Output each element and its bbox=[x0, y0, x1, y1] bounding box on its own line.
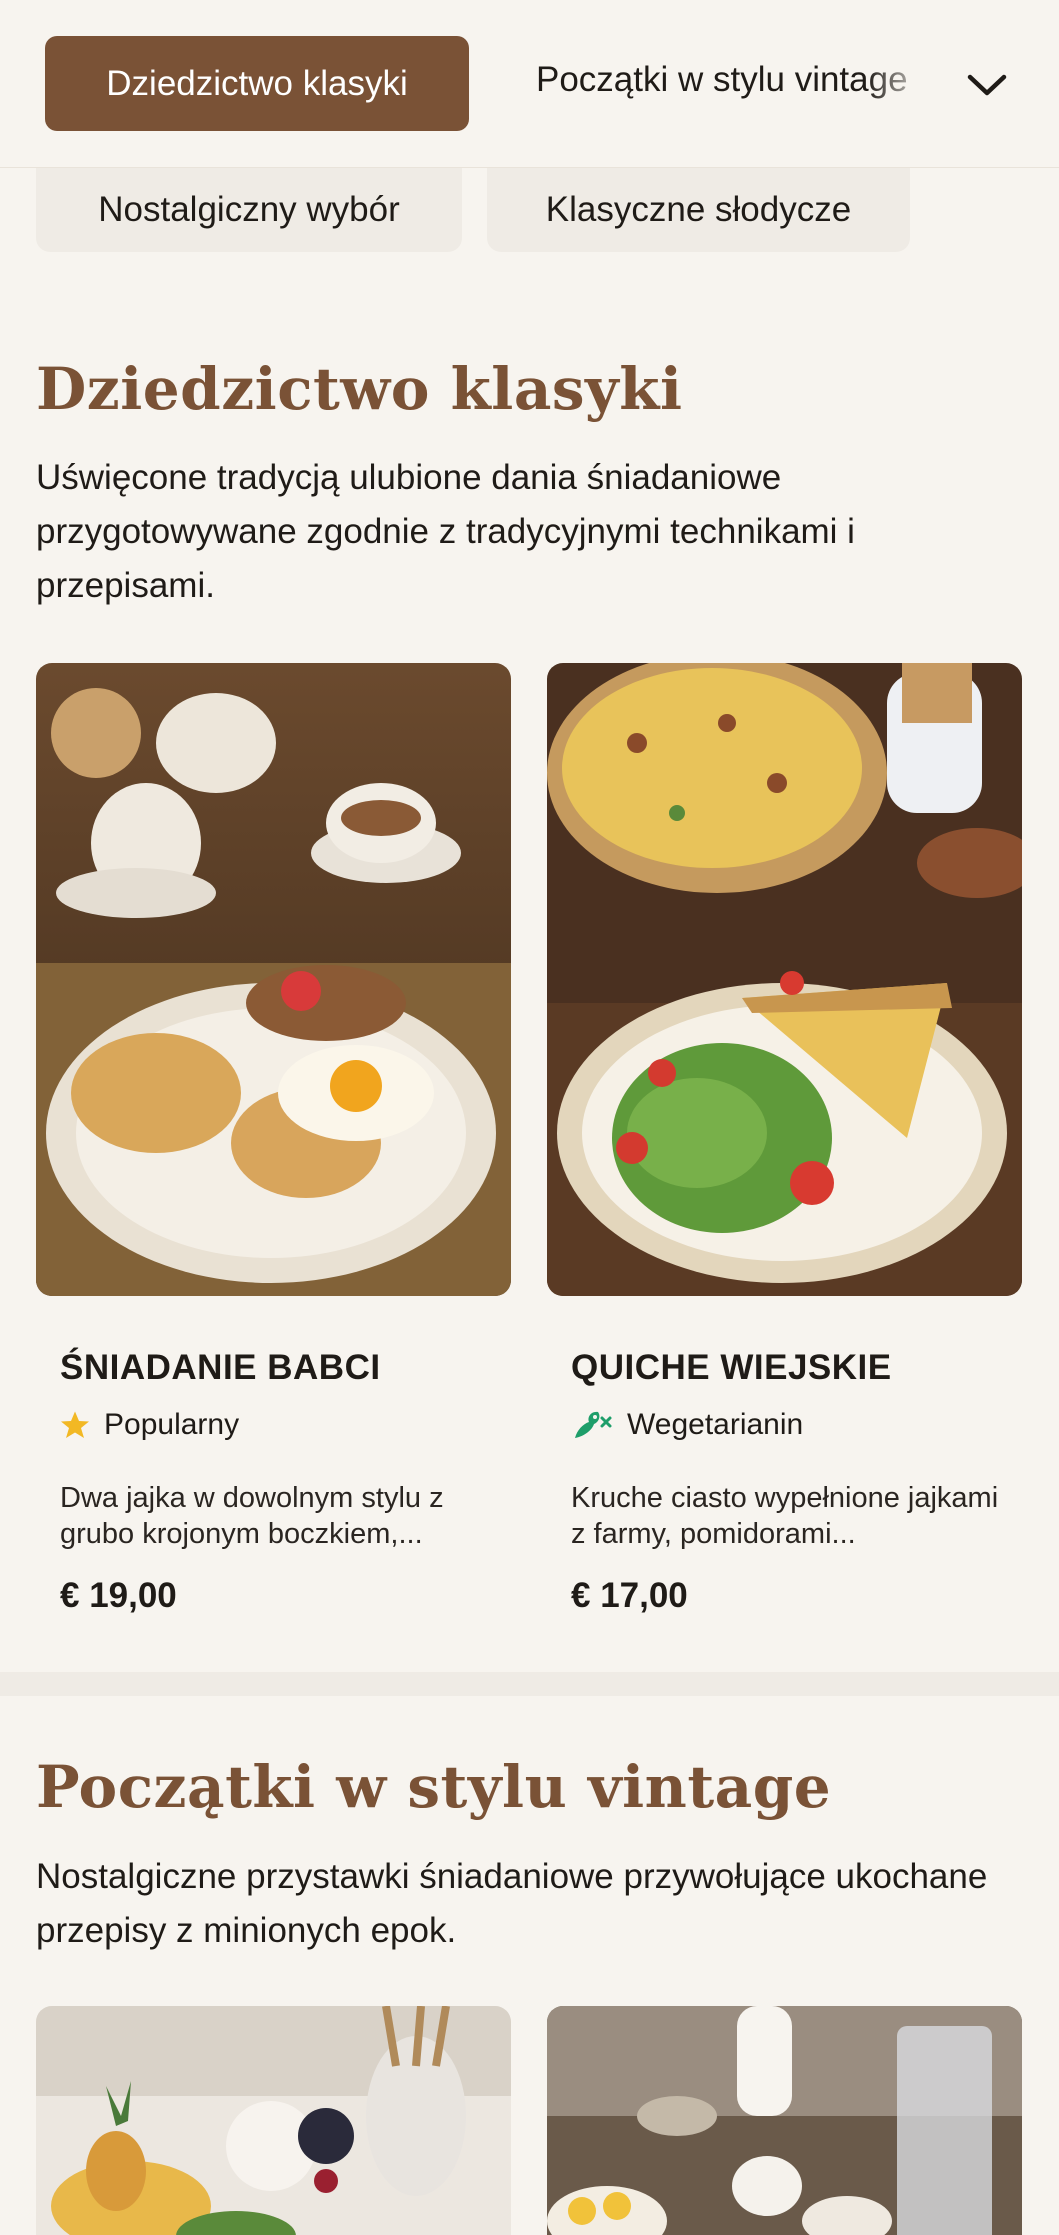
dish-description: Dwa jajka w dowolnym stylu z grubo krojo… bbox=[60, 1482, 444, 1550]
dish-tag-vegetarian: Wegetarianin bbox=[571, 1408, 803, 1442]
tab-fade-overlay bbox=[866, 60, 946, 108]
dish-description: Kruche ciasto wypełnione jajkami z farmy… bbox=[571, 1482, 999, 1550]
dish-image-vintage-2[interactable] bbox=[547, 2006, 1022, 2235]
category-tab-next[interactable]: Początki w stylu vintage bbox=[536, 60, 946, 108]
vegetarian-icon bbox=[575, 1411, 612, 1438]
dish-tag-label: Popularny bbox=[104, 1408, 240, 1441]
category-nav: Dziedzictwo klasyki Początki w stylu vin… bbox=[0, 0, 1059, 168]
dish-image-vintage-1[interactable] bbox=[36, 2006, 511, 2235]
dish-title[interactable]: QUICHE WIEJSKIE bbox=[571, 1348, 892, 1388]
dish-image-country-quiche[interactable] bbox=[547, 663, 1022, 1296]
star-icon bbox=[61, 1411, 89, 1438]
dish-tag-popular: Popularny bbox=[60, 1408, 239, 1442]
category-pill-sweets[interactable]: Klasyczne słodycze bbox=[487, 168, 910, 252]
section-divider bbox=[0, 1672, 1059, 1696]
dish-tag-label: Wegetarianin bbox=[627, 1408, 804, 1441]
section-description-classics: Uświęcone tradycją ulubione dania śniada… bbox=[36, 458, 855, 605]
section-description-vintage: Nostalgiczne przystawki śniadaniowe przy… bbox=[36, 1857, 988, 1950]
dish-price: € 17,00 bbox=[571, 1576, 688, 1615]
dish-price: € 19,00 bbox=[60, 1576, 177, 1615]
category-pill-nostalgic[interactable]: Nostalgiczny wybór bbox=[36, 168, 462, 252]
dish-title[interactable]: ŚNIADANIE BABCI bbox=[60, 1348, 381, 1388]
dish-image-grandma-breakfast[interactable] bbox=[36, 663, 511, 1296]
category-tab-active[interactable]: Dziedzictwo klasyki bbox=[45, 36, 469, 131]
section-title-classics: Dziedzictwo klasyki bbox=[36, 355, 683, 423]
chevron-down-icon[interactable] bbox=[962, 60, 1012, 110]
section-title-vintage: Początki w stylu vintage bbox=[36, 1753, 832, 1821]
category-tab-next-label: Początki w stylu vintage bbox=[536, 60, 908, 99]
